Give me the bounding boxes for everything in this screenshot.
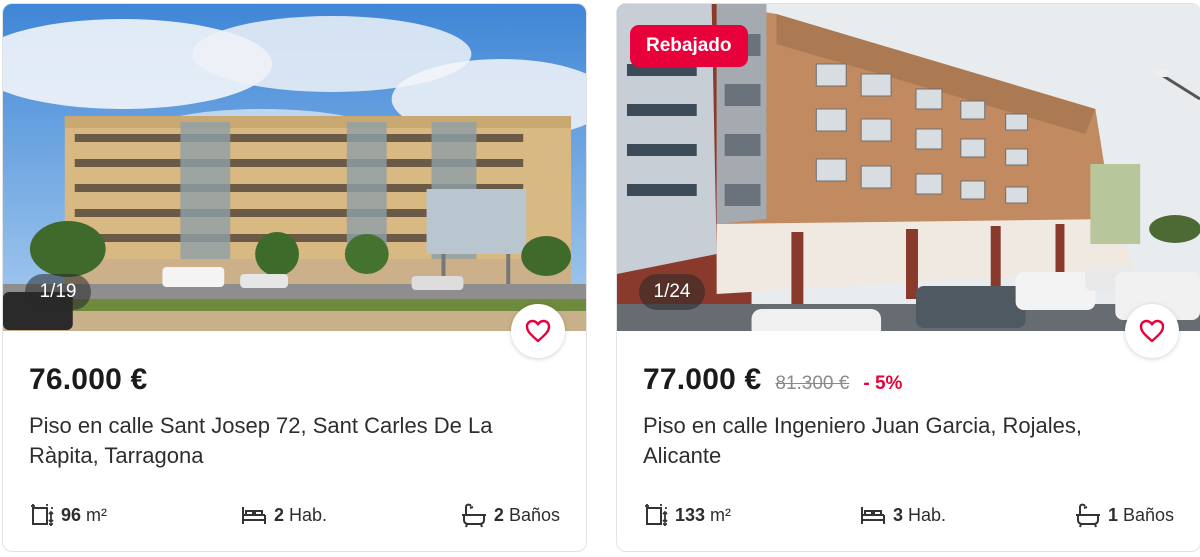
- heart-icon: [525, 319, 551, 343]
- rooms-value: 3: [892, 504, 903, 525]
- feature-area: 133 m²: [643, 502, 731, 528]
- area-value: 133: [675, 504, 706, 525]
- feature-area: 96 m²: [29, 502, 107, 528]
- area-value: 96: [61, 504, 82, 525]
- favorite-button[interactable]: [511, 304, 565, 358]
- listing-card[interactable]: Rebajado 1/24 77.000 € 81.300 € - 5% Pis…: [616, 3, 1200, 552]
- bathtub-icon: [1075, 503, 1100, 528]
- bed-icon: [241, 507, 266, 524]
- listing-info: 77.000 € 81.300 € - 5% Piso en calle Ing…: [617, 331, 1200, 551]
- heart-icon: [1139, 319, 1165, 343]
- feature-rooms: 2 Hab.: [240, 503, 327, 527]
- price-row: 77.000 € 81.300 € - 5%: [643, 363, 902, 397]
- price-row: 76.000 €: [29, 363, 147, 397]
- price: 77.000 €: [643, 363, 762, 396]
- baths-value: 2: [493, 504, 504, 525]
- discount-percentage: - 5%: [863, 373, 903, 394]
- baths-label: Baños: [508, 504, 560, 525]
- listing-grid: 1/19 76.000 € Piso en calle Sant Josep 7…: [0, 0, 1200, 557]
- listing-title[interactable]: Piso en calle Ingeniero Juan Garcia, Roj…: [643, 411, 1163, 471]
- photo-counter: 1/19: [25, 274, 91, 310]
- features-row: 133 m² 3 Hab. 1 Baños: [643, 500, 1174, 530]
- listing-photo[interactable]: 1/19: [3, 4, 586, 331]
- listing-card[interactable]: 1/19 76.000 € Piso en calle Sant Josep 7…: [2, 3, 587, 552]
- rooms-value: 2: [273, 504, 284, 525]
- listing-info: 76.000 € Piso en calle Sant Josep 72, Sa…: [3, 331, 586, 551]
- bed-icon: [860, 507, 885, 524]
- favorite-button[interactable]: [1125, 304, 1179, 358]
- feature-baths: 2 Baños: [460, 502, 560, 528]
- area-unit: m²: [710, 504, 732, 525]
- listing-photo[interactable]: Rebajado 1/24: [617, 4, 1200, 331]
- rooms-label: Hab.: [288, 504, 327, 525]
- area-icon: [31, 504, 54, 526]
- baths-label: Baños: [1122, 504, 1174, 525]
- photo-counter: 1/24: [639, 274, 705, 310]
- area-icon: [645, 504, 668, 526]
- baths-value: 1: [1107, 504, 1118, 525]
- building-photo: [3, 4, 586, 331]
- rooms-label: Hab.: [907, 504, 947, 525]
- discount-badge: Rebajado: [630, 25, 748, 67]
- feature-rooms: 3 Hab.: [859, 503, 946, 527]
- features-row: 96 m² 2 Hab. 2 Baños: [29, 500, 560, 530]
- old-price: 81.300 €: [775, 373, 850, 394]
- price: 76.000 €: [29, 363, 148, 396]
- bathtub-icon: [461, 503, 486, 528]
- listing-title[interactable]: Piso en calle Sant Josep 72, Sant Carles…: [29, 411, 549, 471]
- feature-baths: 1 Baños: [1074, 502, 1174, 528]
- area-unit: m²: [86, 504, 108, 525]
